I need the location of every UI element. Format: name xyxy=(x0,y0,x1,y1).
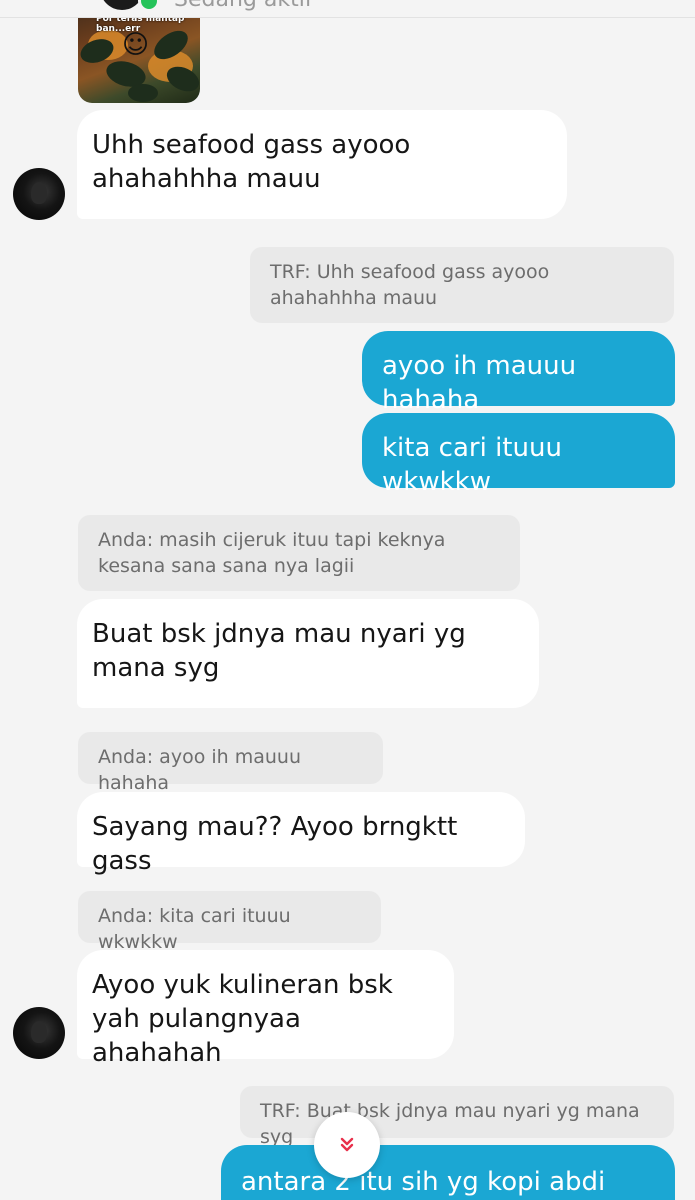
quote-text: Anda: kita cari ituuu wkwkkw xyxy=(98,905,291,953)
scroll-to-bottom-button[interactable] xyxy=(314,1112,380,1178)
message-text: kita cari ituuu wkwkkw xyxy=(382,433,562,497)
message-text: ayoo ih mauuu hahaha xyxy=(382,351,577,415)
quoted-reply: Anda: kita cari ituuu wkwkkw xyxy=(78,891,381,953)
quote-text: TRF: Uhh seafood gass ayooo ahahahhha ma… xyxy=(270,261,550,309)
incoming-message[interactable]: Uhh seafood gass ayooo ahahahhha mauu xyxy=(77,110,567,219)
active-status-text: Sedang aktif xyxy=(174,0,313,12)
outgoing-message[interactable]: antara 2 itu sih yg kopi abdi sama xyxy=(221,1145,675,1200)
quoted-reply: Anda: ayoo ih mauuu hahaha xyxy=(78,732,383,794)
smiling-emoji-icon: ☺ xyxy=(122,30,150,60)
contact-avatar[interactable] xyxy=(13,1007,65,1059)
quoted-reply: Anda: masih cijeruk ituu tapi keknya kes… xyxy=(78,515,520,591)
incoming-message[interactable]: Sayang mau?? Ayoo brngktt gass xyxy=(77,792,525,876)
double-chevron-down-icon xyxy=(340,1137,354,1152)
quote-text: Anda: masih cijeruk ituu tapi keknya kes… xyxy=(98,529,446,577)
quoted-reply: TRF: Buat bsk jdnya mau nyari yg mana sy… xyxy=(240,1086,674,1148)
quoted-reply: TRF: Uhh seafood gass ayooo ahahahhha ma… xyxy=(250,247,674,323)
message-text: Uhh seafood gass ayooo ahahahhha mauu xyxy=(92,130,411,194)
online-status-dot xyxy=(138,0,160,12)
outgoing-message[interactable]: ayoo ih mauuu hahaha xyxy=(362,331,675,415)
contact-avatar[interactable] xyxy=(13,168,65,220)
message-text: Ayoo yuk kulineran bsk yah pulangnyaa ah… xyxy=(92,970,393,1068)
message-text: antara 2 itu sih yg kopi abdi sama xyxy=(241,1167,606,1197)
incoming-message[interactable]: Buat bsk jdnya mau nyari yg mana syg xyxy=(77,599,539,708)
chat-header: Sedang aktif xyxy=(0,0,695,18)
quote-text: Anda: ayoo ih mauuu hahaha xyxy=(98,746,301,794)
incoming-message[interactable]: Ayoo yuk kulineran bsk yah pulangnyaa ah… xyxy=(77,950,454,1068)
message-text: Sayang mau?? Ayoo brngktt gass xyxy=(92,812,458,876)
message-text: Buat bsk jdnya mau nyari yg mana syg xyxy=(92,619,466,683)
outgoing-message[interactable]: kita cari ituuu wkwkkw xyxy=(362,413,675,497)
